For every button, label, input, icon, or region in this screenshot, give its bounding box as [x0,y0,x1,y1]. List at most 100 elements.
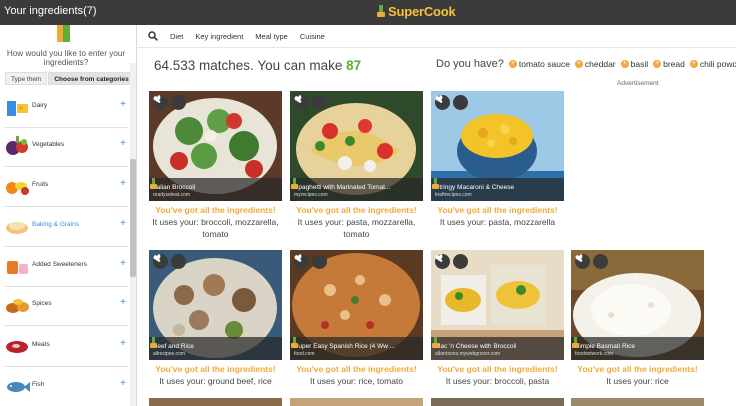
share-icon[interactable] [153,254,186,269]
all-ingredients-note: You've got all the ingredients! [296,364,417,374]
recipe-title[interactable]: Stringy Macaroni & Cheese [435,184,514,191]
entry-method-tabs: Type them Choose from categories [5,72,135,85]
recipe-title[interactable]: Beef and Rice [153,343,194,350]
recipe-card[interactable]: Beef and Rice allrecipes.com You've got … [149,250,282,387]
recipe-source: kraftrecipes.com [435,192,472,198]
all-ingredients-note: You've got all the ingredients! [577,364,698,374]
all-ingredients-note: You've got all the ingredients! [437,205,558,215]
recipe-card[interactable]: Simple Basmati Rice foodnetwork.com You'… [571,250,704,387]
category-vegetables[interactable]: Vegetables + [0,127,128,167]
recipe-card[interactable]: Stringy Macaroni & Cheese kraftrecipes.c… [431,91,564,228]
expand-plus-icon[interactable]: + [120,138,126,149]
supercook-logo[interactable]: SuperCook [376,4,456,19]
filter-cuisine[interactable]: Cuisine [300,32,325,41]
category-fish[interactable]: Fish + [0,367,128,406]
suggestion-chip[interactable]: + basil [620,59,648,69]
category-label: Meats [32,341,50,348]
recipe-source: food.com [294,351,315,357]
filter-diet[interactable]: Diet [170,32,183,41]
recipe-caption: Simple Basmati Rice foodnetwork.com [571,337,704,360]
filter-meal-type[interactable]: Meal type [255,32,288,41]
recipe-image[interactable]: Mac 'n Cheese with Broccoli albertsons.m… [431,250,564,360]
share-icon[interactable] [294,254,327,269]
category-label: Fruits [32,181,49,188]
share-icon[interactable] [575,254,608,269]
fruits-icon [6,182,29,195]
recipe-image[interactable]: Super Easy Spanish Rice (4 Ww ... food.c… [290,250,423,360]
uses-ingredients: It uses your: broccoli, mozzarella, toma… [152,217,279,239]
recipe-source: allrecipes.com [153,351,185,357]
recipe-source: albertsons.mywebgrocer.com [435,351,501,357]
recipe-image[interactable]: Spaghetti with Marinated Tomat... myreci… [290,91,423,201]
entry-method-question: How would you like to enter your ingredi… [6,49,126,67]
spices-icon [6,299,29,313]
category-meats[interactable]: Meats + [0,327,128,367]
recipe-title[interactable]: Simple Basmati Rice [575,343,635,350]
recipe-title[interactable]: Mac 'n Cheese with Broccoli [435,343,516,350]
category-spices[interactable]: Spices + [0,286,128,326]
recipe-caption: Beef and Rice allrecipes.com [149,337,282,360]
search-icon[interactable] [148,31,158,41]
results-count: 87 [346,58,362,73]
results-text: 64.533 matches. You can make [154,58,343,73]
category-dairy[interactable]: Dairy + [0,88,128,128]
suggestion-chip[interactable]: + cheddar [574,59,616,69]
recipe-caption: Super Easy Spanish Rice (4 Ww ... food.c… [290,337,423,360]
sidebar-scrollbar[interactable] [130,63,136,406]
category-added-sweeteners[interactable]: Added Sweeteners + [0,247,128,287]
category-baking-grains[interactable]: Baking & Grains + [0,207,128,247]
recipe-image[interactable]: Italian Broccoli readyseteat.com [149,91,282,201]
add-icon: + [653,60,662,68]
add-icon: + [620,60,629,68]
ingredients-count-title[interactable]: Your ingredients(7) [4,5,97,17]
share-icon[interactable] [435,254,468,269]
recipe-title[interactable]: Spaghetti with Marinated Tomat... [294,184,390,191]
meats-icon [6,341,28,353]
recipe-image[interactable]: Stringy Macaroni & Cheese kraftrecipes.c… [431,91,564,201]
recipe-title[interactable]: Italian Broccoli [153,184,195,191]
chef-badge-icon [432,337,439,348]
filter-key-ingredient[interactable]: Key ingredient [195,32,243,41]
suggestions-bar: Do you have? + tomato sauce + cheddar + bas… [436,58,736,70]
recipe-card-partial[interactable] [431,398,564,406]
share-icon[interactable] [294,95,327,110]
recipe-card-partial[interactable] [290,398,423,406]
chef-badge-icon [432,178,439,189]
recipe-image[interactable]: Simple Basmati Rice foodnetwork.com [571,250,704,360]
recipe-card[interactable]: Mac 'n Cheese with Broccoli albertsons.m… [431,250,564,387]
tab-choose-categories[interactable]: Choose from categories [48,72,135,85]
recipe-caption: Italian Broccoli readyseteat.com [149,178,282,201]
expand-plus-icon[interactable]: + [120,178,126,189]
suggestion-chip[interactable]: + bread [653,59,685,69]
scrollbar-thumb[interactable] [130,159,136,277]
recipe-title[interactable]: Super Easy Spanish Rice (4 Ww ... [294,343,395,350]
brand-name: SuperCook [388,4,456,19]
expand-plus-icon[interactable]: + [120,297,126,308]
expand-plus-icon[interactable]: + [120,378,126,389]
tab-type-them[interactable]: Type them [5,72,48,85]
vegetables-icon [6,136,28,155]
expand-plus-icon[interactable]: + [120,338,126,349]
recipe-caption: Mac 'n Cheese with Broccoli albertsons.m… [431,337,564,360]
share-icon[interactable] [153,95,186,110]
recipe-card[interactable]: Super Easy Spanish Rice (4 Ww ... food.c… [290,250,423,387]
category-fruits[interactable]: Fruits + [0,167,128,207]
uses-ingredients: It uses your: rice [606,376,669,386]
recipe-image[interactable]: Beef and Rice allrecipes.com [149,250,282,360]
recipe-card[interactable]: Spaghetti with Marinated Tomat... myreci… [290,91,423,240]
recipe-card[interactable]: Italian Broccoli readyseteat.com You've … [149,91,282,240]
expand-plus-icon[interactable]: + [120,258,126,269]
baking-grains-icon [6,222,28,234]
expand-plus-icon[interactable]: + [120,99,126,110]
expand-plus-icon[interactable]: + [120,218,126,229]
uses-ingredients: It uses your: pasta, mozzarella, tomato [297,217,416,239]
recipe-card-partial[interactable] [571,398,704,406]
suggestion-chip[interactable]: +chili powder [689,59,736,69]
chef-badge-icon [150,337,157,348]
share-icon[interactable] [435,95,468,110]
chef-badge-icon [291,178,298,189]
suggestion-chip[interactable]: + tomato sauce [508,59,570,69]
recipe-card-partial[interactable] [149,398,282,406]
top-bar: Your ingredients(7) SuperCook [0,0,736,25]
fish-icon [7,382,30,392]
